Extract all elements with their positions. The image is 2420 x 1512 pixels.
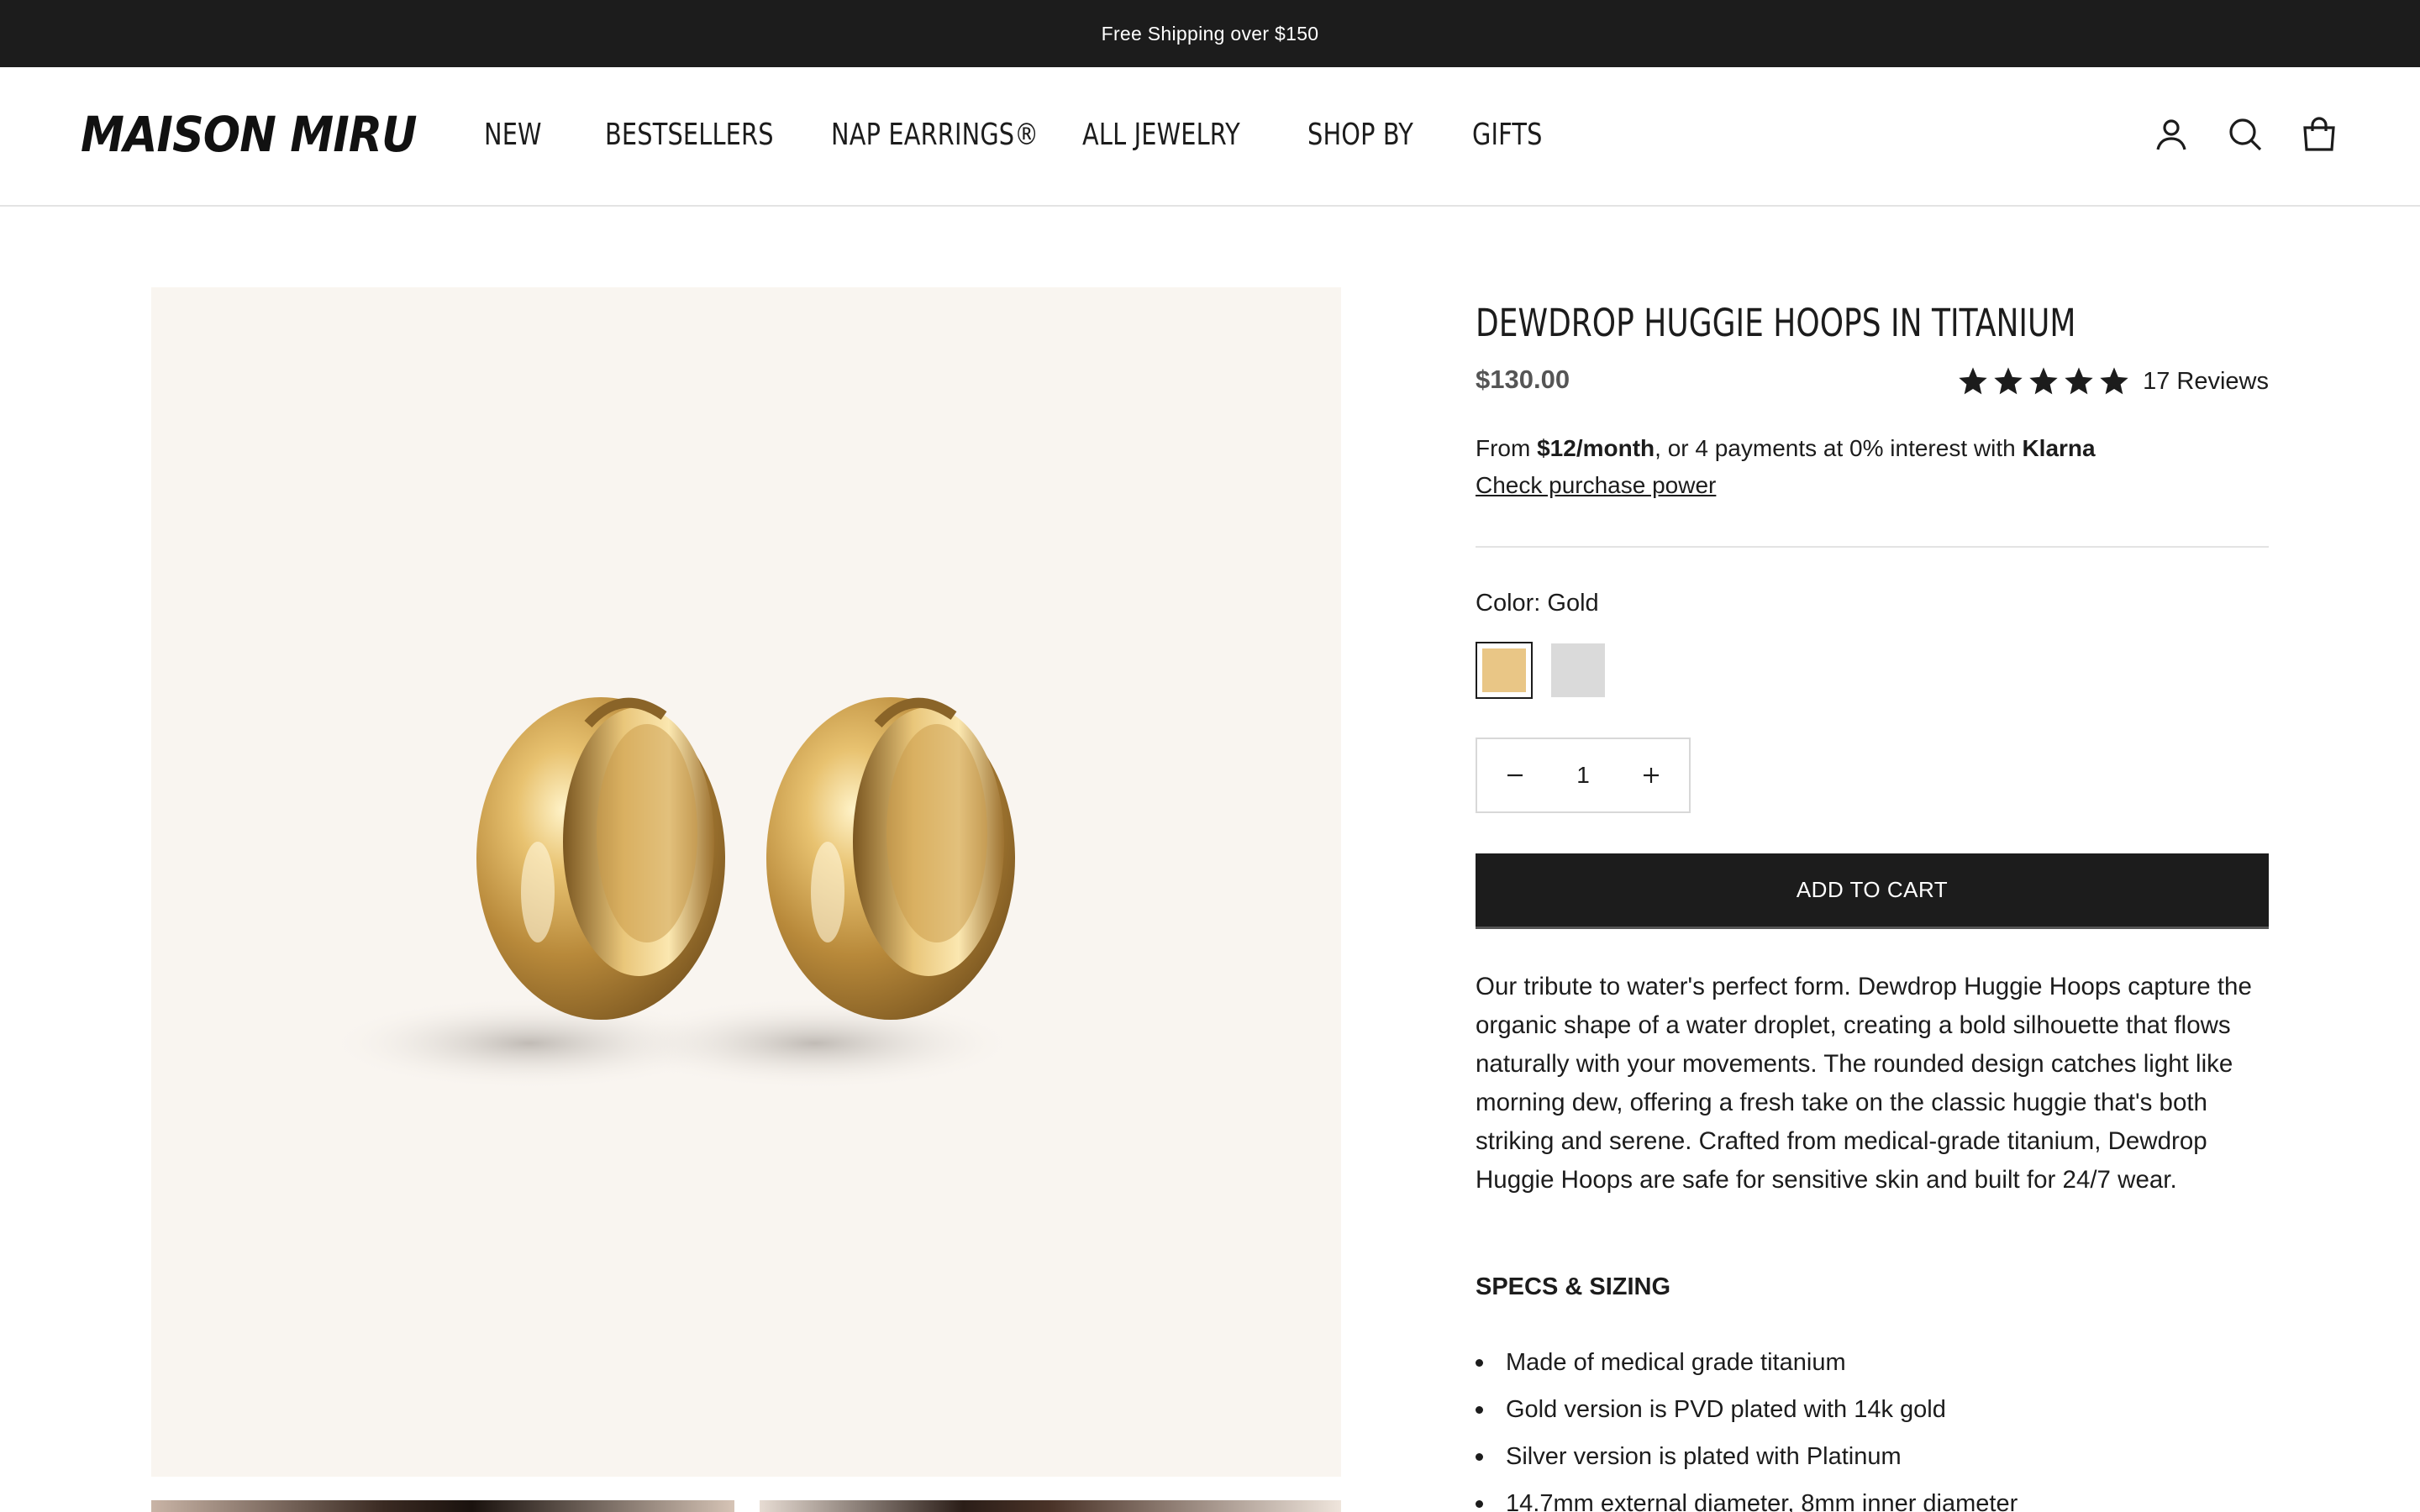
klarna-middle-text: , or 4 payments at 0% interest with	[1655, 435, 2023, 461]
nav-item-all-jewelry[interactable]: ALL JEWELRY	[1082, 118, 1240, 152]
earrings-image	[328, 697, 1017, 1089]
nav-item-gifts[interactable]: GIFTS	[1472, 118, 1543, 152]
rating-stars	[1956, 365, 2131, 398]
klarna-message: From $12/month, or 4 payments at 0% inte…	[1476, 435, 2096, 462]
list-item: 14.7mm external diameter, 8mm inner diam…	[1476, 1485, 2269, 1512]
bag-icon[interactable]	[2299, 114, 2339, 155]
nav-item-bestsellers[interactable]: BESTSELLERS	[605, 118, 774, 152]
nav-item-nap-earrings[interactable]: NAP EARRINGS®	[831, 118, 1039, 152]
divider	[1476, 546, 2269, 548]
add-to-cart-button[interactable]: ADD TO CART	[1476, 853, 2269, 929]
product-price: $130.00	[1476, 365, 1570, 394]
list-item: Made of medical grade titanium	[1476, 1344, 2269, 1391]
klarna-monthly-amount: $12/month	[1537, 435, 1655, 461]
quantity-stepper: 1	[1476, 738, 1691, 813]
product-description: Our tribute to water's perfect form. Dew…	[1476, 973, 2252, 1194]
swatch-gold[interactable]	[1476, 642, 1533, 699]
product-main-image[interactable]	[151, 287, 1341, 1477]
star-icon	[1994, 367, 2023, 395]
product-title: DEWDROP HUGGIE HOOPS IN TITANIUM	[1476, 301, 2076, 345]
color-label: Color: Gold	[1476, 590, 1599, 617]
star-icon	[1959, 367, 1987, 395]
klarna-from-text: From	[1476, 435, 1538, 461]
star-icon	[2065, 367, 2093, 395]
list-item: Gold version is PVD plated with 14k gold	[1476, 1391, 2269, 1438]
specs-list: Made of medical grade titanium Gold vers…	[1476, 1344, 2269, 1512]
search-icon[interactable]	[2225, 114, 2265, 155]
thumbnail-image-1[interactable]	[151, 1500, 734, 1512]
specs-heading: SPECS & SIZING	[1476, 1273, 1671, 1300]
announcement-text: Free Shipping over $150	[1101, 22, 1319, 45]
quantity-increase-button[interactable]	[1613, 739, 1689, 811]
minus-icon	[1507, 774, 1523, 777]
account-icon[interactable]	[2151, 114, 2191, 155]
star-icon	[2029, 367, 2058, 395]
klarna-brand: Klarna	[2022, 435, 2096, 461]
reviews-count-link[interactable]: 17 Reviews	[2143, 368, 2269, 396]
quantity-decrease-button[interactable]	[1477, 739, 1553, 811]
list-item: Silver version is plated with Platinum	[1476, 1438, 2269, 1485]
swatch-silver[interactable]	[1549, 642, 1607, 699]
nav-item-new[interactable]: NEW	[484, 118, 542, 152]
rating-summary[interactable]: 17 Reviews	[1956, 365, 2269, 398]
nav-item-shop-by[interactable]: SHOP BY	[1307, 118, 1413, 152]
check-purchase-power-link[interactable]: Check purchase power	[1476, 472, 1716, 499]
quantity-input[interactable]: 1	[1558, 762, 1608, 789]
star-icon	[2100, 367, 2128, 395]
plus-icon	[1644, 768, 1659, 783]
thumbnail-image-2[interactable]	[760, 1500, 1341, 1512]
site-header: MAISON MIRU NEW BESTSELLERS NAP EARRINGS…	[0, 67, 2420, 207]
announcement-bar: Free Shipping over $150	[0, 0, 2420, 67]
brand-logo[interactable]: MAISON MIRU	[81, 106, 418, 163]
